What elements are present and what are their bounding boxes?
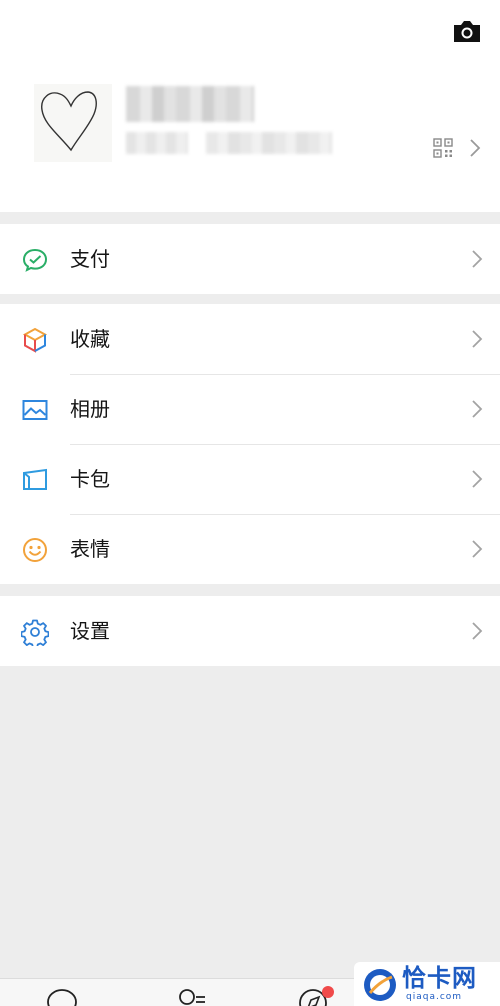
heart-icon bbox=[41, 91, 97, 152]
menu-label-cards: 卡包 bbox=[70, 467, 110, 491]
avatar[interactable] bbox=[34, 84, 112, 162]
cube-icon bbox=[22, 327, 48, 353]
profile-header[interactable] bbox=[0, 0, 500, 212]
menu-item-settings[interactable]: 设置 bbox=[0, 596, 500, 666]
contacts-icon[interactable] bbox=[175, 987, 209, 1006]
chevron-right-icon bbox=[472, 470, 483, 488]
chevron-right-icon bbox=[472, 540, 483, 558]
wechat-id-value-blurred bbox=[206, 132, 332, 154]
camera-icon[interactable] bbox=[452, 18, 482, 44]
photo-icon bbox=[22, 400, 48, 420]
wechat-id-label-blurred bbox=[126, 132, 188, 154]
settings-group: 设置 bbox=[0, 596, 500, 666]
chevron-right-icon bbox=[472, 400, 483, 418]
menu-label-stickers: 表情 bbox=[70, 537, 110, 561]
watermark-logo-icon bbox=[364, 969, 396, 1001]
chat-bubble-icon[interactable] bbox=[45, 987, 79, 1006]
pay-group: 支付 bbox=[0, 224, 500, 294]
nickname-blurred bbox=[126, 86, 254, 122]
menu-item-album[interactable]: 相册 bbox=[0, 374, 500, 444]
qr-code-icon[interactable] bbox=[433, 138, 453, 158]
menu-label-album: 相册 bbox=[70, 397, 110, 421]
watermark-subtext: qiaqa.com bbox=[406, 992, 463, 1002]
notification-badge bbox=[322, 986, 334, 998]
divider bbox=[70, 514, 500, 515]
services-group: 收藏 相册 卡包 表情 bbox=[0, 304, 500, 584]
card-icon bbox=[23, 468, 47, 490]
smiley-icon bbox=[23, 538, 47, 562]
menu-label-pay: 支付 bbox=[70, 247, 110, 271]
menu-item-cards[interactable]: 卡包 bbox=[0, 444, 500, 514]
divider bbox=[70, 444, 500, 445]
wechat-pay-icon bbox=[22, 248, 48, 272]
menu-label-favorites: 收藏 bbox=[70, 327, 110, 351]
watermark-text: 恰卡网 bbox=[402, 964, 477, 992]
menu-item-pay[interactable]: 支付 bbox=[0, 224, 500, 294]
menu-item-stickers[interactable]: 表情 bbox=[0, 514, 500, 584]
divider bbox=[70, 374, 500, 375]
chevron-right-icon bbox=[472, 250, 483, 268]
site-watermark: 恰卡网 qiaqa.com bbox=[354, 962, 500, 1006]
menu-label-settings: 设置 bbox=[70, 619, 110, 643]
chevron-right-icon bbox=[470, 139, 481, 157]
menu-item-favorites[interactable]: 收藏 bbox=[0, 304, 500, 374]
chevron-right-icon bbox=[472, 330, 483, 348]
chevron-right-icon bbox=[472, 622, 483, 640]
gear-icon bbox=[21, 619, 49, 646]
